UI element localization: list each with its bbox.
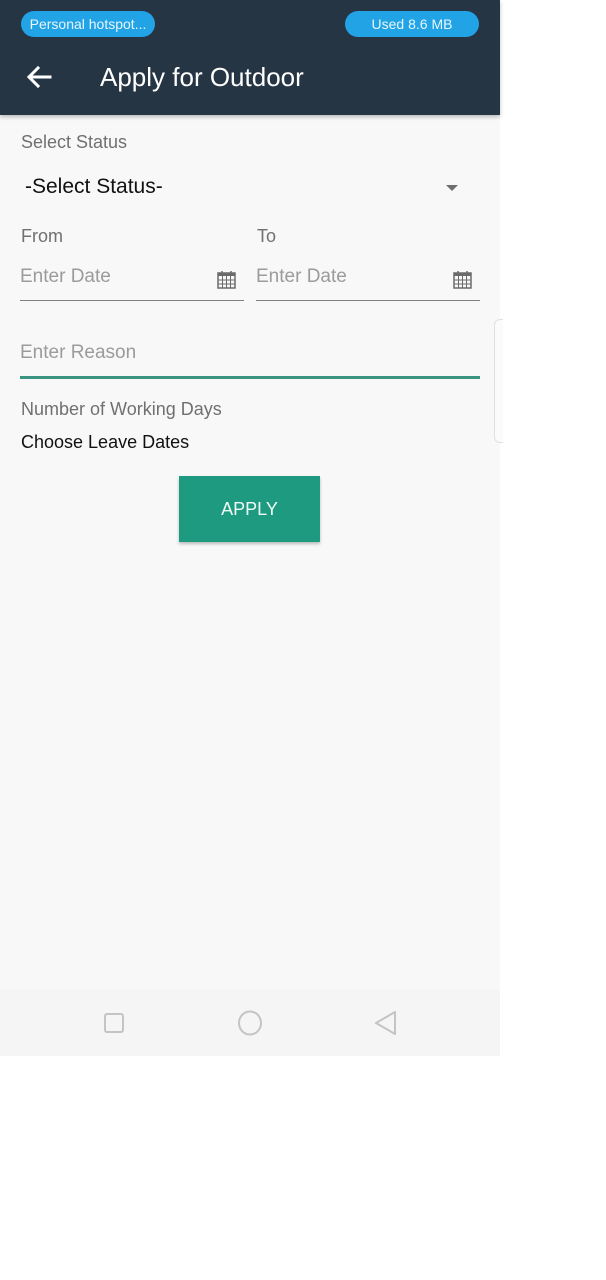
to-date-input[interactable]	[256, 266, 436, 288]
to-label: To	[257, 226, 277, 246]
system-nav-bar	[0, 990, 500, 1056]
back-button[interactable]	[24, 60, 54, 94]
status-label: Select Status	[21, 132, 128, 152]
calendar-icon[interactable]	[217, 270, 236, 289]
status-dropdown[interactable]: -Select Status-	[20, 170, 480, 208]
from-date-input[interactable]	[20, 266, 200, 288]
from-date-field[interactable]	[20, 262, 244, 301]
page-title: Apply for Outdoor	[100, 62, 304, 92]
app-bar: Personal hotspot... Used 8.6 MB Apply fo…	[0, 0, 500, 115]
working-days-label: Number of Working Days	[21, 399, 222, 419]
data-usage-pill[interactable]: Used 8.6 MB	[345, 11, 479, 37]
status-selected-value: -Select Status-	[25, 175, 163, 198]
triangle-back-icon[interactable]	[373, 1010, 399, 1036]
hotspot-pill[interactable]: Personal hotspot...	[21, 11, 155, 37]
reason-field[interactable]	[20, 338, 480, 379]
edge-panel-handle[interactable]	[494, 319, 503, 443]
arrow-left-icon	[26, 65, 52, 89]
working-days-value: Choose Leave Dates	[21, 432, 190, 452]
to-date-field[interactable]	[256, 262, 480, 301]
app-screen: Personal hotspot... Used 8.6 MB Apply fo…	[0, 0, 503, 1056]
from-label: From	[21, 226, 63, 246]
calendar-icon[interactable]	[453, 270, 472, 289]
circle-icon[interactable]	[237, 1010, 263, 1036]
square-icon[interactable]	[101, 1010, 127, 1036]
dropdown-arrow-icon	[446, 185, 458, 191]
apply-button[interactable]: APPLY	[179, 476, 320, 542]
reason-input[interactable]	[20, 342, 460, 364]
